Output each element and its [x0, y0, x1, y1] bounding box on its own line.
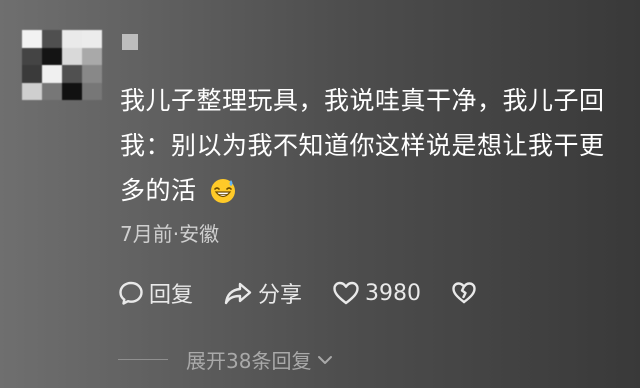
chevron-down-icon — [318, 355, 333, 364]
share-button[interactable]: 分享 — [223, 277, 302, 309]
divider — [118, 359, 168, 360]
avatar[interactable] — [22, 30, 102, 100]
grinning-sweat-emoji-icon — [210, 179, 235, 203]
reply-label: 回复 — [149, 283, 194, 308]
broken-heart-icon — [452, 282, 476, 304]
heart-outline-icon — [333, 281, 359, 305]
comment-text-line: 我：别以为我不知道你这样说是想让我干更 — [120, 131, 605, 160]
expand-replies-label: 展开38条回复 — [186, 349, 312, 373]
reply-button[interactable]: 回复 — [118, 277, 193, 309]
username-placeholder[interactable] — [122, 34, 138, 50]
comment-text-line-text: 多的活 — [120, 176, 197, 205]
comment-text-line: 多的活 — [120, 168, 620, 213]
comment-text-line: 我儿子整理玩具，我说哇真干净，我儿子回 — [120, 86, 605, 115]
comment-text: 我儿子整理玩具，我说哇真干净，我儿子回 我：别以为我不知道你这样说是想让我干更 … — [120, 78, 620, 213]
comment-card: 我儿子整理玩具，我说哇真干净，我儿子回 我：别以为我不知道你这样说是想让我干更 … — [0, 0, 640, 388]
share-label: 分享 — [258, 283, 303, 308]
comment-actions: 回复 分享 3980 — [118, 278, 482, 308]
comment-meta: 7月前·安徽 — [120, 222, 220, 246]
like-count: 3980 — [365, 280, 422, 306]
like-button[interactable]: 3980 — [332, 280, 421, 306]
expand-replies-button[interactable]: 展开38条回复 — [118, 345, 335, 374]
comment-bubble-icon — [119, 281, 143, 305]
share-arrow-icon — [224, 282, 252, 305]
dislike-button[interactable] — [451, 280, 482, 306]
